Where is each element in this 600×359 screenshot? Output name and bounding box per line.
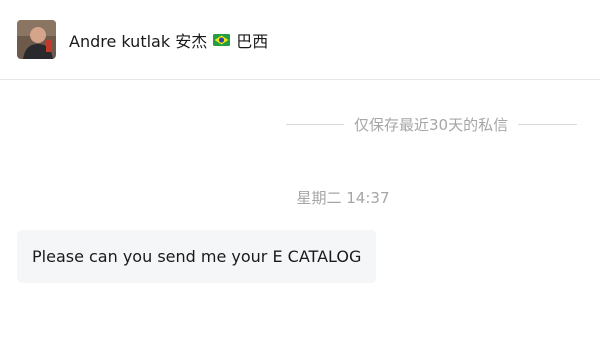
contact-name: Andre kutlak 安杰: [69, 31, 208, 51]
message-text: Please can you send me your E CATALOG: [32, 247, 362, 266]
contact-title: Andre kutlak 安杰 巴西: [69, 28, 268, 52]
notice-divider-left: [286, 123, 344, 125]
chat-header: Andre kutlak 安杰 巴西: [0, 0, 600, 80]
avatar-photo-icon: [17, 20, 56, 59]
brazil-flag-icon: [213, 33, 231, 46]
notice-text: 仅保存最近30天的私信: [354, 115, 509, 134]
message-bubble[interactable]: Please can you send me your E CATALOG: [17, 230, 377, 283]
notice-divider-right: [518, 123, 578, 125]
message-timestamp: 星期二 14:37: [296, 189, 390, 207]
retention-notice: 仅保存最近30天的私信: [286, 112, 598, 136]
contact-avatar[interactable]: [17, 20, 56, 59]
contact-country: 巴西: [236, 31, 269, 51]
